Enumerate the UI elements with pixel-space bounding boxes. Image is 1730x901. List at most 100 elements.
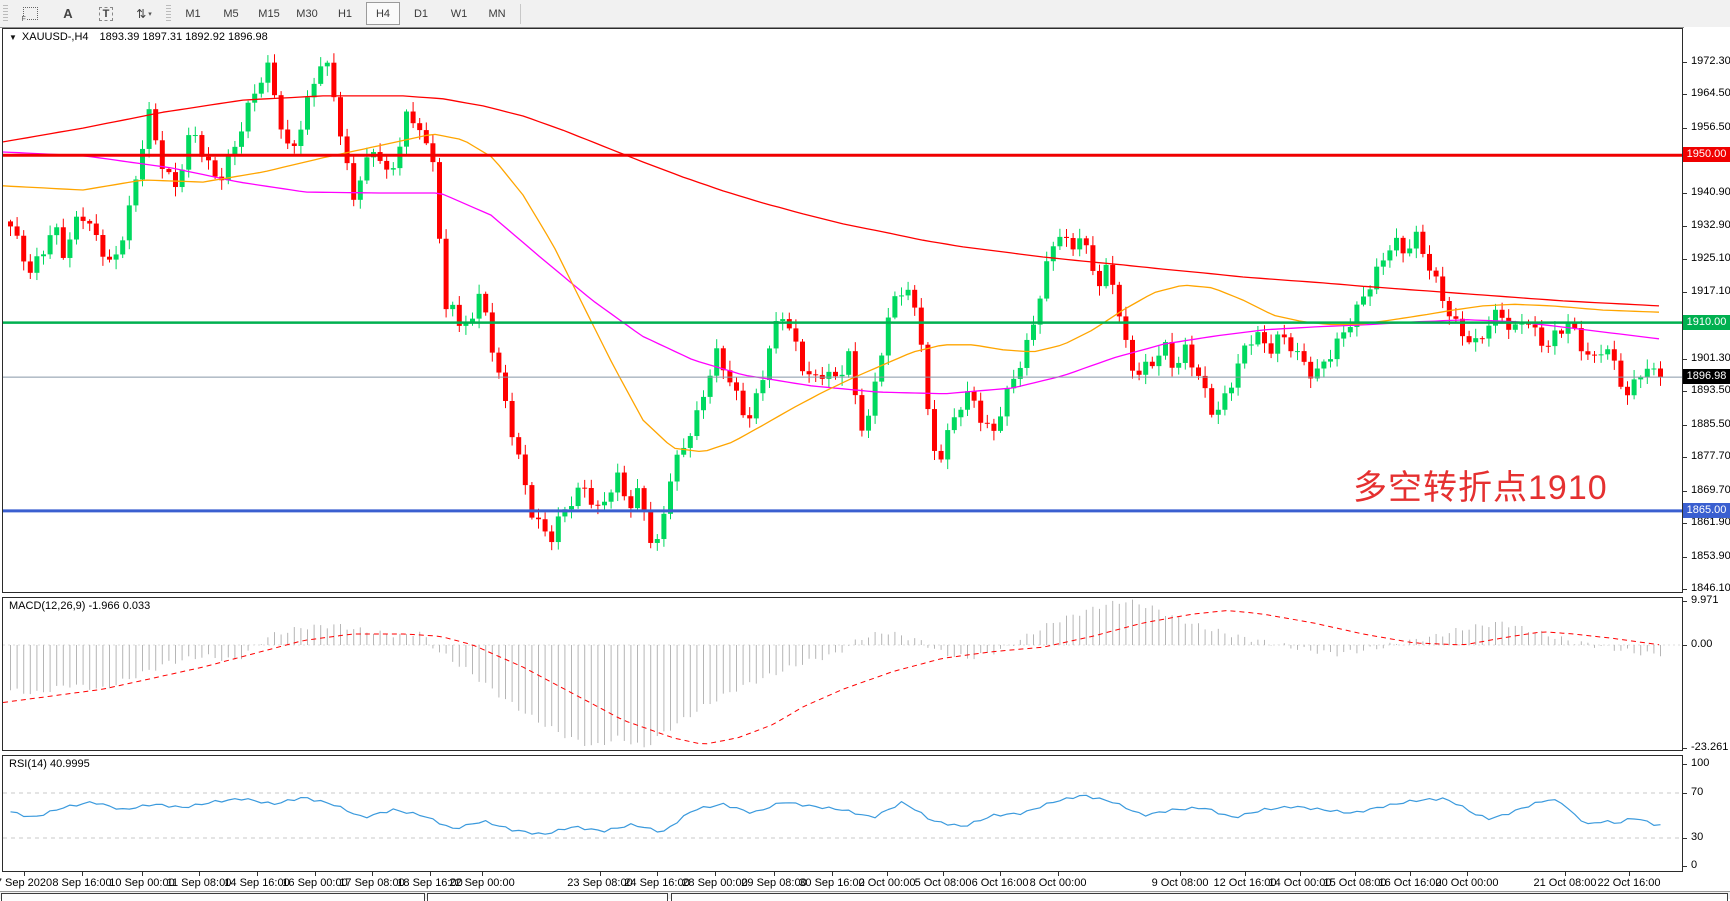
timeframe-button-mn[interactable]: MN: [480, 2, 514, 25]
candle-body: [972, 391, 977, 400]
candle-body: [444, 239, 449, 309]
candle-body: [1618, 361, 1623, 387]
candle-body: [8, 221, 13, 226]
timeframe-button-w1[interactable]: W1: [442, 2, 476, 25]
arrange-arrows-icon: ⇅: [136, 7, 145, 21]
candle-body: [1592, 355, 1597, 356]
candle-body: [239, 131, 244, 146]
chart-tab[interactable]: [427, 893, 668, 901]
price-tick-label: 1901.30: [1691, 352, 1730, 364]
candle-body: [708, 376, 713, 397]
candle-body: [1414, 232, 1419, 249]
candle-body: [1229, 388, 1234, 394]
candle-body: [859, 395, 864, 431]
chart-tab[interactable]: [1, 893, 425, 901]
date-tick-label: 23 Sep 08:00: [567, 877, 632, 889]
candle-body: [1348, 327, 1353, 332]
candle-body: [133, 179, 138, 205]
text-label-button[interactable]: A: [51, 2, 85, 25]
chart-frame-button[interactable]: F: [13, 2, 47, 25]
candle-body: [259, 83, 264, 94]
candle-body: [1381, 260, 1386, 266]
macd-tick: [1683, 748, 1687, 749]
main-chart-pane[interactable]: ▼ XAUUSD-,H4 1893.39 1897.31 1892.92 189…: [2, 28, 1683, 593]
candle-body: [1533, 325, 1538, 328]
candle-body: [391, 168, 396, 169]
price-axis[interactable]: 1972.301964.501956.501948.701940.901932.…: [1684, 27, 1730, 891]
rsi-label: RSI(14) 40.9995: [9, 758, 90, 770]
candle-body: [635, 488, 640, 508]
timeframe-button-m5[interactable]: M5: [214, 2, 248, 25]
candle-body: [1097, 271, 1102, 286]
slow-ma-line: [3, 96, 1659, 306]
price-tick-label: 1846.10: [1691, 582, 1730, 594]
candle-body: [94, 224, 99, 235]
arrange-button[interactable]: ⇅ ▾: [127, 2, 161, 25]
candle-body: [1572, 323, 1577, 328]
symbol-collapse-icon[interactable]: ▼: [9, 33, 17, 42]
candle-body: [1170, 342, 1175, 368]
candle-body: [615, 473, 620, 493]
timeframe-button-h1[interactable]: H1: [328, 2, 362, 25]
candle-body: [543, 519, 548, 531]
candle-body: [411, 112, 416, 124]
candle-body: [668, 481, 673, 513]
price-tick: [1683, 359, 1687, 360]
toolbar-grip[interactable]: [3, 5, 8, 23]
rsi-tick-label: 0: [1691, 859, 1697, 871]
date-tick: [142, 872, 143, 876]
rsi-tick-label: 30: [1691, 831, 1703, 843]
timeframe-button-h4[interactable]: H4: [366, 2, 400, 25]
candle-body: [767, 348, 772, 380]
candle-body: [265, 63, 270, 83]
candle-body: [1480, 338, 1485, 339]
timeframe-button-m15[interactable]: M15: [252, 2, 286, 25]
rsi-pane[interactable]: RSI(14) 40.9995: [2, 755, 1683, 872]
price-tick: [1683, 193, 1687, 194]
candle-body: [945, 430, 950, 459]
date-tick-label: 11 Sep 08:00: [167, 877, 232, 889]
candle-body: [569, 506, 574, 509]
price-badge-1896.98: 1896.98: [1683, 369, 1730, 384]
timeframe-button-m30[interactable]: M30: [290, 2, 324, 25]
candle-body: [1473, 338, 1478, 342]
candle-body: [180, 170, 185, 187]
candle-body: [853, 351, 858, 395]
macd-label: MACD(12,26,9) -1.966 0.033: [9, 600, 150, 612]
candle-body: [226, 156, 231, 180]
macd-canvas[interactable]: [3, 598, 1682, 750]
date-tick: [372, 872, 373, 876]
mt4-window: { "toolbar": { "frame_icon_letter": "F",…: [0, 0, 1730, 898]
date-tick-label: 29 Sep 08:00: [741, 877, 806, 889]
price-tick-label: 1972.30: [1691, 55, 1730, 67]
candle-body: [1539, 327, 1544, 345]
candle-body: [272, 63, 277, 96]
candle-body: [965, 391, 970, 410]
toolbar: F A T ⇅ ▾ M1M5M15M30H1H4D1W1MN: [0, 0, 1730, 28]
date-tick: [1565, 872, 1566, 876]
timeframe-button-m1[interactable]: M1: [176, 2, 210, 25]
toolbar-grip[interactable]: [166, 5, 171, 23]
macd-pane[interactable]: MACD(12,26,9) -1.966 0.033: [2, 597, 1683, 751]
timeframe-button-d1[interactable]: D1: [404, 2, 438, 25]
date-tick: [1355, 872, 1356, 876]
text-box-button[interactable]: T: [89, 2, 123, 25]
candle-body: [760, 380, 765, 393]
date-tick-label: 21 Oct 08:00: [1534, 877, 1597, 889]
date-axis[interactable]: 7 Sep 20208 Sep 16:0010 Sep 00:0011 Sep …: [2, 872, 1683, 891]
date-tick: [1629, 872, 1630, 876]
rsi-canvas[interactable]: [3, 756, 1682, 871]
chart-tab[interactable]: [671, 893, 1728, 901]
fast-ma-line: [3, 134, 1659, 451]
price-badge-1865.00: 1865.00: [1683, 503, 1730, 518]
candle-body: [701, 397, 706, 410]
price-tick: [1683, 523, 1687, 524]
price-tick-label: 1917.10: [1691, 285, 1730, 297]
date-tick: [887, 872, 888, 876]
candle-body: [622, 473, 627, 497]
date-tick-label: 14 Sep 16:00: [224, 877, 289, 889]
candle-body: [1394, 238, 1399, 251]
candle-body: [661, 514, 666, 539]
candle-body: [1427, 254, 1432, 271]
date-tick: [482, 872, 483, 876]
